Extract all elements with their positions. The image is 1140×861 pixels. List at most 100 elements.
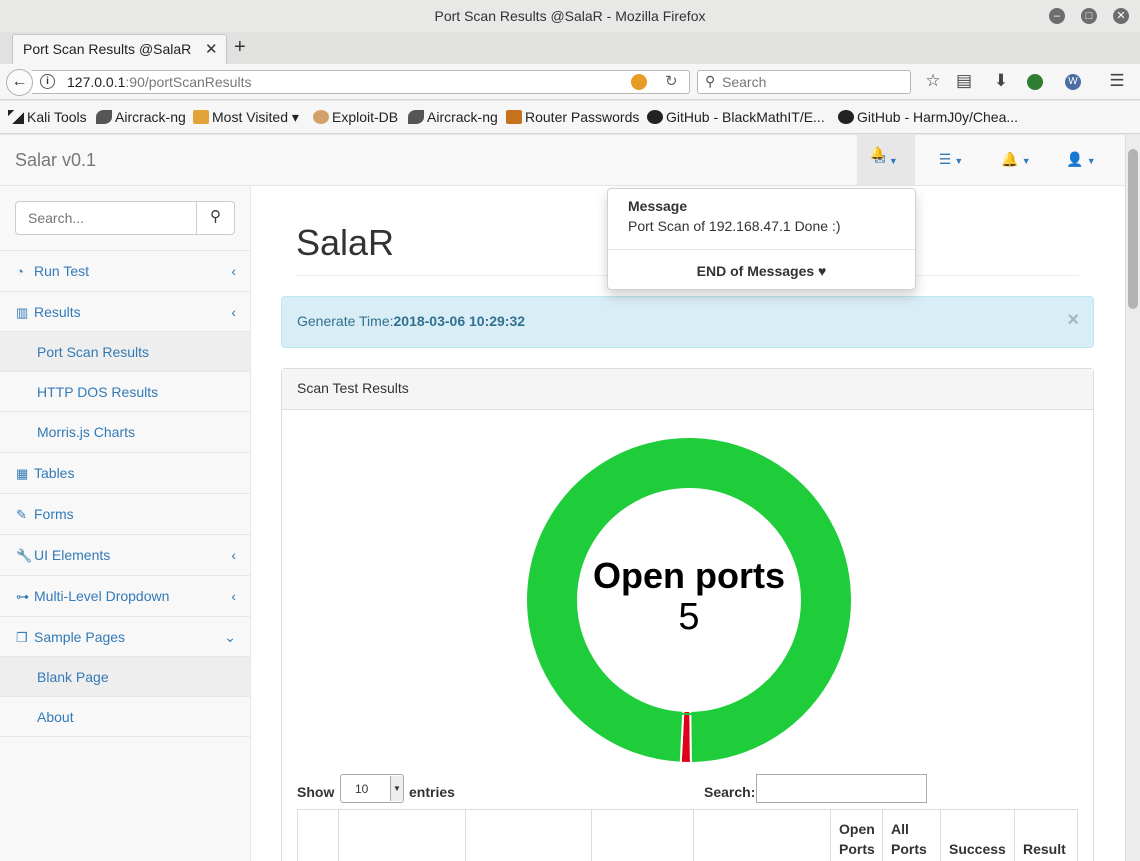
reload-icon[interactable]: ↻ xyxy=(665,72,678,90)
sidebar-item-tables[interactable]: ▦ Tables xyxy=(0,452,250,493)
firefox-window: Port Scan Results @SalaR - Mozilla Firef… xyxy=(0,0,1140,861)
top-navbar: Salar v0.1 ✉ ▼ 🔔 ☰ ▼ 🔔 ▼ 👤 ▼ xyxy=(0,135,1125,186)
panel-heading: Scan Test Results xyxy=(282,369,1093,410)
table-search-input[interactable] xyxy=(756,774,927,803)
sidebar-item-forms[interactable]: ✎ Forms xyxy=(0,493,250,534)
sidebar-item-sample-pages[interactable]: ❐ Sample Pages ⌄ xyxy=(0,616,250,657)
sidebar-item-blank-page[interactable]: Blank Page xyxy=(0,656,250,697)
caret-down-icon: ▼ xyxy=(888,156,898,166)
sidebar-item-http-dos-results[interactable]: HTTP DOS Results xyxy=(0,371,250,412)
files-icon: ❐ xyxy=(16,630,28,645)
aircrack-icon xyxy=(96,110,112,124)
sidebar-search: ⚲ xyxy=(15,201,235,235)
sidebar-search-input[interactable] xyxy=(15,201,197,235)
sidebar-item-ui-elements[interactable]: 🔧 UI Elements ‹ xyxy=(0,534,250,575)
sidebar-item-port-scan-results[interactable]: Port Scan Results xyxy=(0,331,250,372)
scrollbar-thumb[interactable] xyxy=(1128,149,1138,309)
caret-down-icon: ▼ xyxy=(1086,156,1096,166)
select-arrow-icon: ▼ xyxy=(390,776,403,801)
entries-length-value: 10 xyxy=(355,782,369,796)
message-title: Message xyxy=(628,198,688,214)
github-icon xyxy=(647,110,663,124)
url-text[interactable]: 127.0.0.1:90/portScanResults xyxy=(67,74,251,90)
new-tab-icon[interactable]: + xyxy=(234,36,246,59)
table-header-cell[interactable] xyxy=(298,810,339,861)
chevron-left-icon: ‹ xyxy=(231,588,236,604)
navigation-toolbar: i 127.0.0.1:90/portScanResults ↻ ← ⚲ Sea… xyxy=(0,64,1140,100)
messages-dropdown-toggle[interactable]: ✉ ▼ 🔔 xyxy=(857,135,915,185)
browser-tab[interactable]: Port Scan Results @SalaR ✕ xyxy=(12,34,227,64)
library-icon[interactable]: ▤ xyxy=(954,71,974,91)
tab-label: Port Scan Results @SalaR xyxy=(23,41,192,57)
url-bar[interactable]: i 127.0.0.1:90/portScanResults ↻ xyxy=(32,70,690,94)
maximize-icon[interactable]: □ xyxy=(1081,8,1097,24)
table-header-open-ports[interactable]: Open Ports xyxy=(831,810,883,861)
table-header-result[interactable]: Result xyxy=(1015,810,1077,861)
back-button[interactable]: ← xyxy=(6,69,33,96)
bookmark-star-icon[interactable]: ☆ xyxy=(923,71,943,91)
datatable-controls: Show 10 ▼ entries Search: xyxy=(297,774,1077,808)
user-dropdown-toggle[interactable]: 👤 ▼ xyxy=(1052,135,1110,185)
menu-icon[interactable]: ☰ xyxy=(1107,71,1127,91)
search-icon: ⚲ xyxy=(705,73,716,89)
user-icon: 👤 xyxy=(1066,151,1084,167)
bookmark-item[interactable]: GitHub - HarmJ0y/Chea... xyxy=(838,109,1018,125)
bookmark-folder[interactable]: Most Visited ▾ xyxy=(193,109,299,126)
tab-close-icon[interactable]: ✕ xyxy=(205,40,218,58)
chevron-left-icon: ‹ xyxy=(231,304,236,320)
download-icon[interactable]: ⬇ xyxy=(991,71,1011,91)
alerts-dropdown-toggle[interactable]: 🔔 ▼ xyxy=(987,135,1045,185)
folder-icon xyxy=(193,110,209,124)
bookmark-item[interactable]: Kali Tools xyxy=(8,109,87,125)
entries-length-select[interactable]: 10 ▼ xyxy=(340,774,404,803)
table-header-cell[interactable] xyxy=(592,810,694,861)
table-search-label: Search: xyxy=(704,784,756,800)
bookmark-item[interactable]: Router Passwords xyxy=(506,109,639,125)
caret-down-icon: ▼ xyxy=(1021,156,1031,166)
alert-close-icon[interactable]: × xyxy=(1067,309,1079,332)
show-label: Show xyxy=(297,784,335,800)
open-ports-donut-chart: Open ports 5 xyxy=(525,436,853,764)
search-bar[interactable]: ⚲ Search xyxy=(697,70,911,94)
brand-link[interactable]: Salar v0.1 xyxy=(15,150,96,171)
page-scrollbar[interactable] xyxy=(1125,135,1140,861)
table-header-all-ports[interactable]: All Ports xyxy=(883,810,941,861)
sidebar-item-results[interactable]: ▥ Results ‹ xyxy=(0,291,250,332)
table-header-success[interactable]: Success xyxy=(941,810,1015,861)
close-window-icon[interactable]: ✕ xyxy=(1113,8,1129,24)
tab-bar: Port Scan Results @SalaR ✕ + xyxy=(0,32,1140,64)
donut-value: 5 xyxy=(678,596,699,638)
search-icon: ⚲ xyxy=(210,208,221,225)
bookmark-item[interactable]: Exploit-DB xyxy=(313,109,398,125)
sidebar-item-about[interactable]: About xyxy=(0,696,250,737)
sidebar-search-button[interactable]: ⚲ xyxy=(196,201,235,235)
messages-dropdown: Message Port Scan of 192.168.47.1 Done :… xyxy=(607,188,916,290)
bookmarks-toolbar: Kali Tools Aircrack-ng Most Visited ▾ Ex… xyxy=(0,101,1140,134)
bookmark-item[interactable]: GitHub - BlackMathIT/E... xyxy=(647,109,825,125)
bookmark-item[interactable]: Aircrack-ng xyxy=(96,109,186,125)
bookmark-item[interactable]: Aircrack-ng xyxy=(408,109,498,125)
info-icon[interactable]: i xyxy=(40,74,55,89)
shield-extension-icon[interactable] xyxy=(1027,74,1043,90)
wappalyzer-icon[interactable]: W xyxy=(1065,74,1081,90)
sidebar-item-multi-level-dropdown[interactable]: ⊶ Multi-Level Dropdown ‹ xyxy=(0,575,250,616)
extension-icon[interactable] xyxy=(631,74,647,90)
table-header-cell[interactable] xyxy=(466,810,592,861)
sidebar-item-morris-charts[interactable]: Morris.js Charts xyxy=(0,411,250,452)
table-header-cell[interactable] xyxy=(339,810,466,861)
sidebar-item-run-test[interactable]: ◔ Run Test ‹ xyxy=(0,250,250,291)
exploit-db-icon xyxy=(313,110,329,124)
table-header-cell[interactable] xyxy=(694,810,831,861)
minimize-icon[interactable]: – xyxy=(1049,8,1065,24)
caret-down-icon: ▼ xyxy=(954,156,964,166)
dashboard-icon: ◔ xyxy=(16,264,24,279)
end-of-messages-link[interactable]: END of Messages ♥ xyxy=(608,263,915,279)
aircrack-icon xyxy=(408,110,424,124)
notification-bell-icon: 🔔 xyxy=(870,146,885,160)
wrench-icon: 🔧 xyxy=(16,548,33,563)
message-body[interactable]: Port Scan of 192.168.47.1 Done :) xyxy=(628,218,840,234)
tasks-dropdown-toggle[interactable]: ☰ ▼ xyxy=(922,135,980,185)
heart-icon: ♥ xyxy=(818,263,827,279)
github-icon xyxy=(838,110,854,124)
search-placeholder: Search xyxy=(722,74,767,90)
